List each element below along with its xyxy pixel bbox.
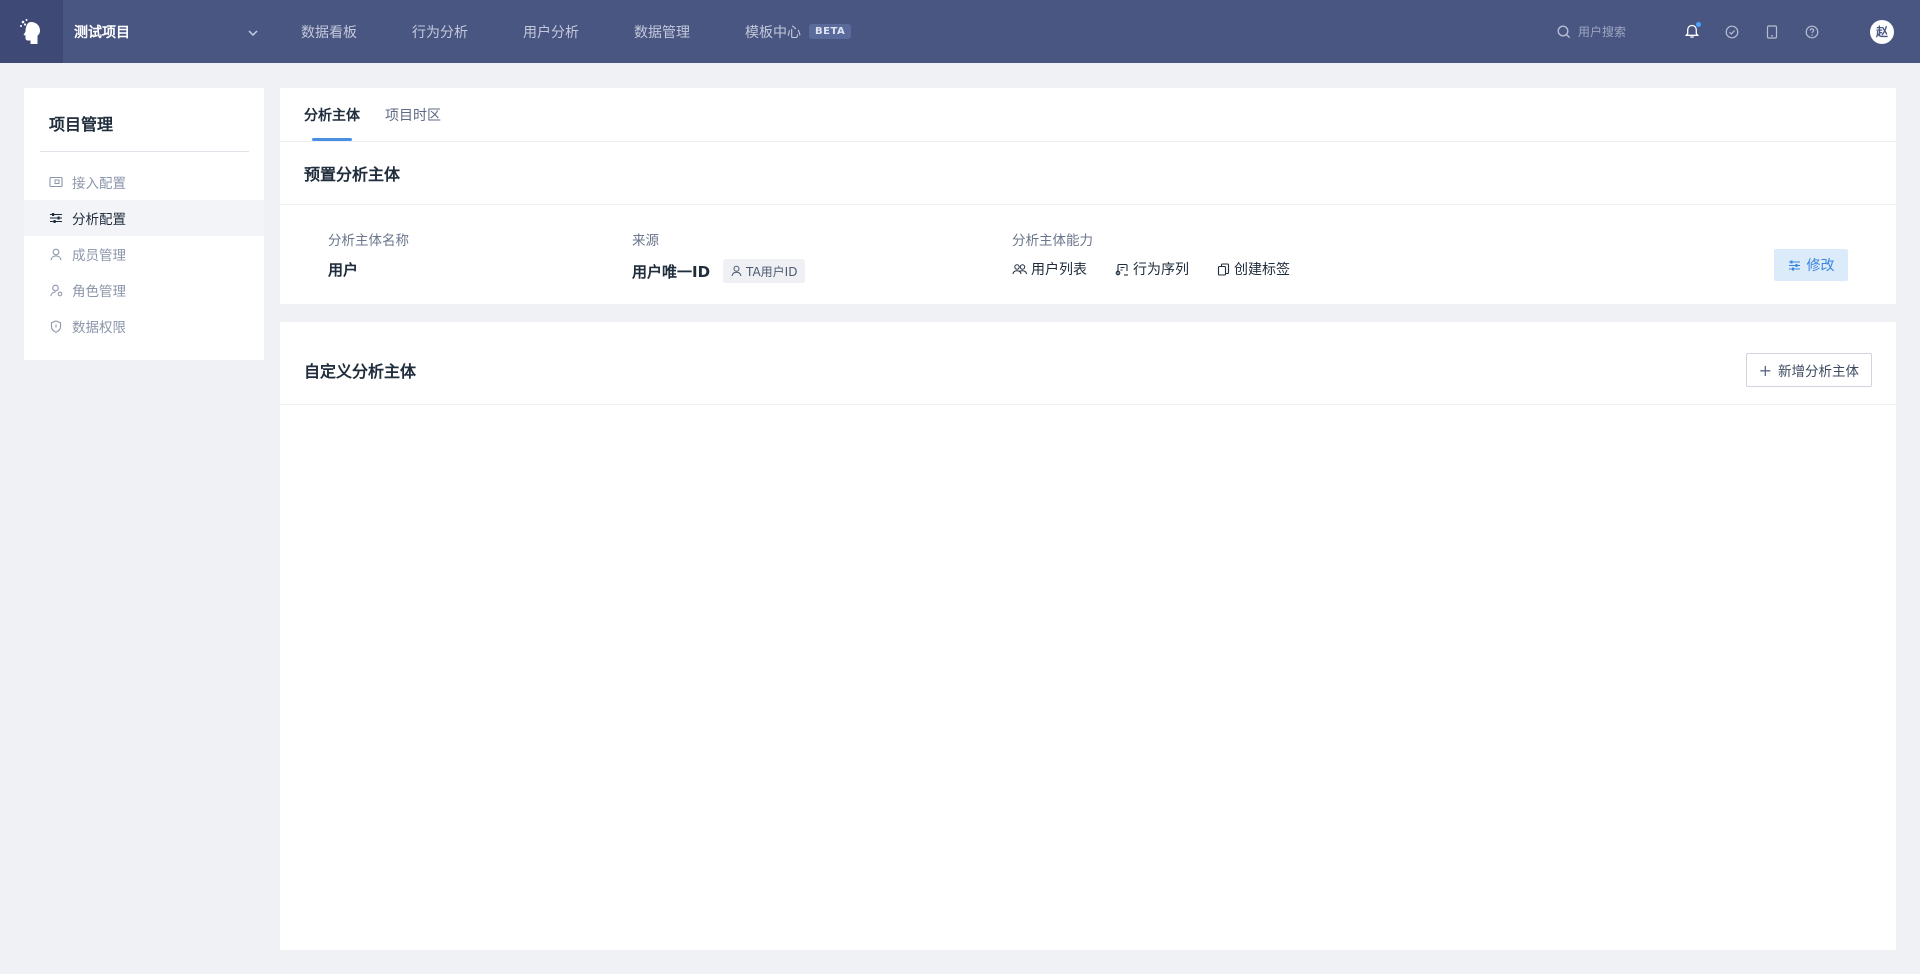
custom-subject-card: 自定义分析主体 + 新增分析主体 <box>280 322 1896 950</box>
nav-right: 用户搜索 赵 <box>1557 0 1920 63</box>
menu-template-center[interactable]: 模板中心 BETA <box>745 22 852 42</box>
menu-label: 用户分析 <box>523 24 579 41</box>
user-icon <box>48 248 64 261</box>
edit-button[interactable]: 修改 <box>1774 249 1848 281</box>
project-name: 测试项目 <box>74 24 130 41</box>
connect-icon <box>48 176 64 188</box>
tab-project-timezone[interactable]: 项目时区 <box>385 88 441 141</box>
source-tag: TA用户ID <box>723 259 806 283</box>
menu-label: 模板中心 <box>745 24 801 41</box>
settings-sidebar: 项目管理 接入配置 分析配置 成员管理 角色管理 数据权限 <box>24 88 264 360</box>
tablet-icon <box>1766 24 1778 39</box>
add-subject-label: 新增分析主体 <box>1778 364 1859 380</box>
preset-section-title: 预置分析主体 <box>280 142 1896 205</box>
tab-analysis-subject[interactable]: 分析主体 <box>304 88 360 141</box>
mobile-button[interactable] <box>1762 22 1782 42</box>
source-value: 用户唯一ID <box>632 262 711 281</box>
plus-icon: + <box>1758 360 1772 380</box>
tab-label: 项目时区 <box>385 107 441 124</box>
sidebar-item-label: 成员管理 <box>72 248 126 264</box>
add-subject-button[interactable]: + 新增分析主体 <box>1745 353 1872 387</box>
app-logo[interactable] <box>0 0 63 63</box>
tab-bar: 分析主体 项目时区 <box>280 88 1896 142</box>
main-menu: 数据看板 行为分析 用户分析 数据管理 模板中心 BETA <box>301 22 906 42</box>
sidebar-item-label: 接入配置 <box>72 176 126 192</box>
sliders-icon <box>1788 260 1800 270</box>
search-icon <box>1557 24 1571 38</box>
sidebar-item-label: 角色管理 <box>72 284 126 300</box>
notification-button[interactable] <box>1682 21 1702 42</box>
capability-user-list: 用户列表 <box>1012 259 1087 279</box>
role-icon <box>48 284 64 297</box>
subject-name-column: 分析主体名称 用户 <box>328 229 409 280</box>
menu-data-management[interactable]: 数据管理 <box>634 22 690 42</box>
menu-dashboard[interactable]: 数据看板 <box>301 22 357 42</box>
sidebar-item-access-config[interactable]: 接入配置 <box>24 164 264 200</box>
source-value-group: 用户唯一ID TA用户ID <box>632 259 806 283</box>
sliders-icon <box>48 212 64 224</box>
beta-badge: BETA <box>809 24 852 39</box>
project-switcher[interactable]: 测试项目 <box>63 0 268 63</box>
capabilities-column: 分析主体能力 用户列表 行为序列 创建标签 <box>1012 229 1318 279</box>
user-search[interactable]: 用户搜索 <box>1557 23 1626 40</box>
chevron-down-icon <box>248 25 258 39</box>
sidebar-item-role-management[interactable]: 角色管理 <box>24 272 264 308</box>
subject-name-label: 分析主体名称 <box>328 233 409 249</box>
tab-label: 分析主体 <box>304 107 360 124</box>
users-icon <box>1012 264 1027 275</box>
sequence-icon <box>1115 263 1128 276</box>
shield-icon <box>48 319 64 333</box>
source-column: 来源 用户唯一ID TA用户ID <box>632 229 806 283</box>
sidebar-title: 项目管理 <box>49 115 114 134</box>
capability-label: 创建标签 <box>1234 262 1290 278</box>
source-label: 来源 <box>632 233 659 249</box>
menu-label: 数据看板 <box>301 24 357 41</box>
subject-name-value: 用户 <box>328 261 359 279</box>
custom-section-title: 自定义分析主体 <box>304 362 417 381</box>
capabilities-label: 分析主体能力 <box>1012 233 1093 249</box>
capability-label: 用户列表 <box>1031 262 1087 278</box>
app-frame: 测试项目 数据看板 行为分析 用户分析 数据管理 模板中心 BETA 用户搜索 <box>0 0 1920 974</box>
menu-label: 数据管理 <box>634 24 690 41</box>
sidebar-item-label: 分析配置 <box>72 212 126 228</box>
tag-icon <box>1217 262 1230 276</box>
custom-subject-header: 自定义分析主体 + 新增分析主体 <box>280 322 1896 405</box>
custom-subject-list <box>280 405 1896 945</box>
sidebar-item-analysis-config[interactable]: 分析配置 <box>24 200 264 236</box>
top-nav: 测试项目 数据看板 行为分析 用户分析 数据管理 模板中心 BETA 用户搜索 <box>0 0 1920 63</box>
capability-create-tag: 创建标签 <box>1217 259 1290 279</box>
avatar[interactable]: 赵 <box>1870 19 1894 44</box>
source-tag-label: TA用户ID <box>746 264 798 279</box>
tasks-button[interactable] <box>1722 22 1742 42</box>
notification-dot <box>1696 21 1701 27</box>
help-icon <box>1805 25 1819 38</box>
menu-label: 行为分析 <box>412 24 468 41</box>
menu-user-analysis[interactable]: 用户分析 <box>523 22 579 42</box>
help-button[interactable] <box>1802 22 1822 42</box>
capability-label: 行为序列 <box>1133 262 1189 278</box>
user-icon <box>731 265 742 277</box>
sidebar-item-label: 数据权限 <box>72 320 126 336</box>
search-placeholder: 用户搜索 <box>1577 25 1626 39</box>
logo-icon <box>19 18 40 44</box>
sidebar-list: 接入配置 分析配置 成员管理 角色管理 数据权限 <box>24 164 264 344</box>
capability-behavior-sequence: 行为序列 <box>1115 259 1189 279</box>
capabilities-list: 用户列表 行为序列 创建标签 <box>1012 259 1318 279</box>
sidebar-item-data-permission[interactable]: 数据权限 <box>24 308 264 344</box>
preset-subject-row: 分析主体名称 用户 来源 用户唯一ID TA用户ID 分析主体能力 用户列表 行… <box>280 205 1896 305</box>
edit-button-label: 修改 <box>1806 258 1835 274</box>
check-circle-icon <box>1725 25 1739 38</box>
menu-behavior-analysis[interactable]: 行为分析 <box>412 22 468 42</box>
preset-subject-card: 分析主体 项目时区 预置分析主体 分析主体名称 用户 来源 用户唯一ID TA用… <box>280 88 1896 304</box>
sidebar-item-member-management[interactable]: 成员管理 <box>24 236 264 272</box>
sidebar-divider <box>40 151 249 152</box>
